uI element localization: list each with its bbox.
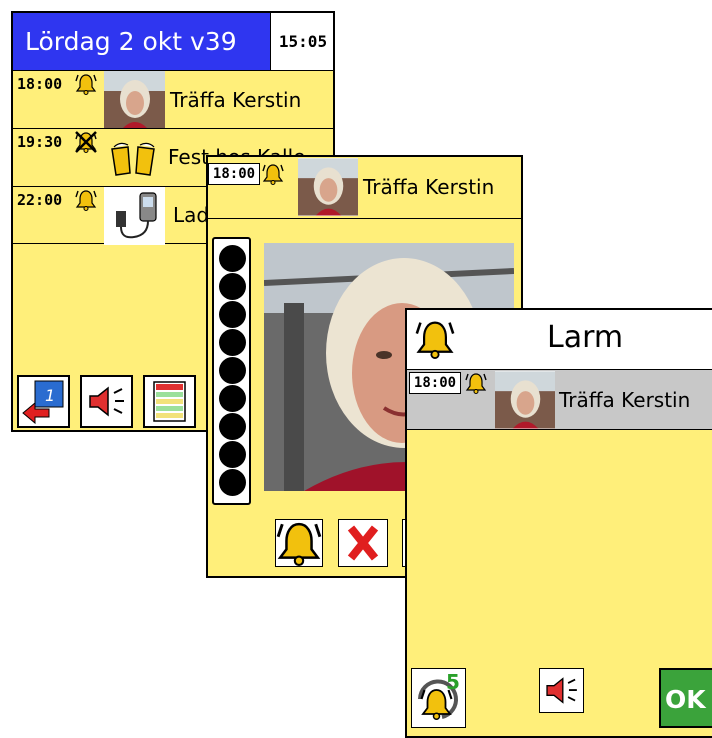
event-row[interactable]: 18:00 Träffa Kerstin: [13, 70, 333, 129]
bell-icon: [465, 373, 487, 394]
snooze-minutes: 5: [446, 670, 460, 694]
bell-icon: [75, 190, 97, 211]
person-photo-icon: [495, 371, 555, 429]
event-time: 22:00: [17, 191, 63, 209]
event-time: 18:00: [409, 372, 461, 394]
delete-icon: [347, 525, 379, 561]
ok-button[interactable]: OK: [659, 668, 712, 728]
bell-icon: [75, 74, 97, 95]
clock: 15:05: [270, 13, 333, 70]
snooze-icon: 5: [418, 670, 460, 721]
countdown-dot: [219, 357, 246, 384]
speaker-icon: [89, 386, 124, 417]
snooze-button[interactable]: 5: [411, 668, 466, 728]
countdown-dot: [219, 245, 246, 272]
event-title: Träffa Kerstin: [559, 388, 691, 412]
alarm-title: Larm: [547, 320, 624, 355]
bell-icon: [276, 522, 322, 567]
list-icon: [153, 381, 186, 422]
alarm-header: Larm: [407, 310, 712, 370]
countdown-dot: [219, 413, 246, 440]
beer-glasses-icon: [111, 142, 155, 176]
charger-icon: [104, 187, 165, 245]
countdown-dot: [219, 385, 246, 412]
countdown-dot: [219, 329, 246, 356]
person-photo-icon: [298, 158, 358, 216]
speaker-button[interactable]: [80, 375, 133, 428]
svg-text:1: 1: [45, 386, 55, 405]
bell-off-icon: [75, 131, 97, 153]
speaker-button[interactable]: [539, 668, 584, 713]
countdown-dot: [219, 301, 246, 328]
countdown-dot: [219, 469, 246, 496]
back-day-button[interactable]: 1: [17, 375, 70, 428]
date-header: Lördag 2 okt v39: [13, 13, 270, 70]
event-time: 18:00: [17, 75, 63, 93]
alarm-button[interactable]: [275, 519, 323, 567]
person-photo-icon: [104, 71, 165, 129]
event-title: Träffa Kerstin: [363, 175, 495, 199]
countdown-dot: [219, 273, 246, 300]
list-button[interactable]: [143, 375, 196, 428]
back-day-icon: 1: [22, 380, 64, 425]
bell-icon: [415, 321, 455, 360]
delete-button[interactable]: [338, 519, 388, 567]
event-time: 19:30: [17, 133, 63, 151]
bell-icon: [262, 164, 284, 185]
event-header: 18:00 Träffa Kerstin: [208, 157, 521, 219]
alarm-event-row: 18:00 Träffa Kerstin: [407, 370, 712, 430]
speaker-icon: [546, 677, 577, 704]
event-time: 18:00: [208, 163, 260, 185]
alarm-screen: Larm 18:00 Träffa Kerstin 5 OK: [405, 308, 712, 738]
event-title: Träffa Kerstin: [170, 88, 302, 112]
countdown-dots: [212, 237, 251, 505]
countdown-dot: [219, 441, 246, 468]
